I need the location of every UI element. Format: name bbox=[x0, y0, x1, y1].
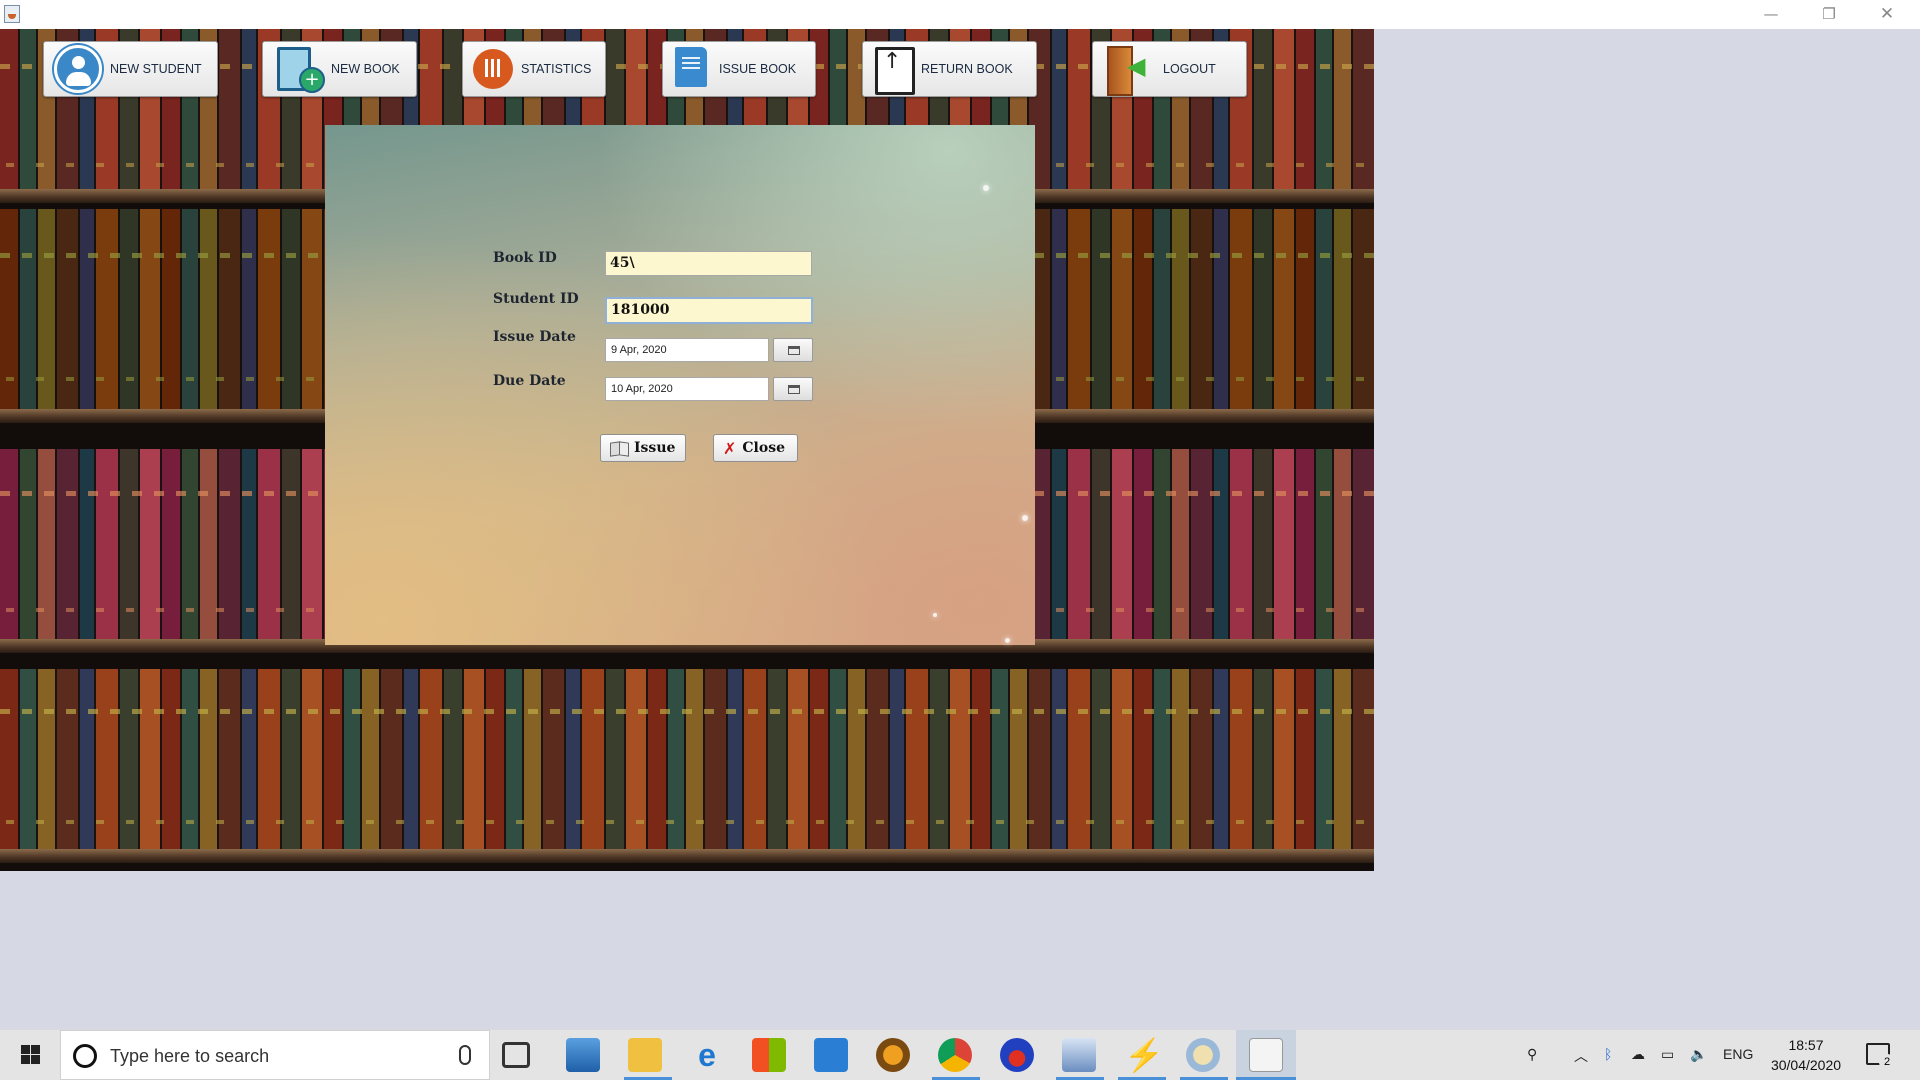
book-id-label: Book ID bbox=[493, 250, 557, 266]
task-view-icon[interactable] bbox=[502, 1042, 530, 1068]
java-icon bbox=[1249, 1038, 1283, 1072]
bluetooth-icon[interactable]: ᛒ bbox=[1604, 1046, 1612, 1062]
issue-button[interactable]: Issue bbox=[600, 434, 686, 462]
window-title-bar: — ❐ ✕ bbox=[0, 0, 1920, 29]
issue-book-label: ISSUE BOOK bbox=[719, 62, 797, 76]
student-id-label: Student ID bbox=[493, 291, 579, 307]
shelf-row bbox=[0, 669, 1374, 869]
windows-taskbar: Type here to search e ⚡ ⚲ ︿ ᛒ ☁ ▭ 🔈 ENG … bbox=[0, 1030, 1920, 1080]
issue-date-field[interactable]: 9 Apr, 2020 bbox=[605, 338, 769, 362]
due-date-calendar-button[interactable] bbox=[773, 377, 813, 401]
sparkle-decoration bbox=[1022, 515, 1028, 521]
mail-icon[interactable] bbox=[814, 1038, 848, 1072]
clock-date: 30/04/2020 bbox=[1770, 1057, 1842, 1073]
close-window-button[interactable]: ✕ bbox=[1864, 0, 1910, 29]
virtualbox-icon[interactable] bbox=[1062, 1038, 1096, 1072]
calendar-icon bbox=[788, 385, 800, 394]
calendar-icon bbox=[788, 346, 800, 355]
return-book-label: RETURN BOOK bbox=[921, 62, 1013, 76]
desktop-app-icon[interactable] bbox=[566, 1038, 600, 1072]
taskbar-clock[interactable]: 18:57 30/04/2020 bbox=[1760, 1035, 1852, 1075]
sparkle-decoration bbox=[983, 185, 989, 191]
issue-book-button[interactable]: ISSUE BOOK bbox=[662, 41, 816, 97]
statistics-label: STATISTICS bbox=[521, 62, 592, 76]
new-book-button[interactable]: NEW BOOK bbox=[262, 41, 417, 97]
store-icon[interactable] bbox=[752, 1038, 786, 1072]
start-button[interactable] bbox=[0, 1030, 60, 1080]
sparkle-decoration bbox=[933, 613, 937, 617]
new-book-label: NEW BOOK bbox=[331, 62, 400, 76]
sparkle-decoration bbox=[1005, 638, 1010, 643]
return-upload-icon bbox=[873, 45, 915, 95]
issue-button-label: Issue bbox=[634, 440, 676, 456]
logout-label: LOGOUT bbox=[1163, 62, 1216, 76]
statistics-button[interactable]: STATISTICS bbox=[462, 41, 606, 97]
minimize-button[interactable]: — bbox=[1748, 0, 1794, 29]
winamp-icon[interactable]: ⚡ bbox=[1124, 1038, 1164, 1072]
new-student-button[interactable]: NEW STUDENT bbox=[43, 41, 218, 97]
language-indicator[interactable]: ENG bbox=[1723, 1046, 1753, 1062]
clock-time: 18:57 bbox=[1788, 1037, 1824, 1053]
issue-date-label: Issue Date bbox=[493, 329, 576, 345]
statistics-chart-icon bbox=[473, 49, 513, 89]
student-avatar-icon bbox=[54, 45, 102, 93]
issue-date-calendar-button[interactable] bbox=[773, 338, 813, 362]
open-book-icon bbox=[610, 440, 628, 456]
issue-book-icon bbox=[673, 45, 711, 93]
logout-door-icon bbox=[1103, 44, 1155, 96]
file-explorer-icon[interactable] bbox=[628, 1038, 662, 1072]
java-app-icon bbox=[4, 5, 20, 23]
microphone-icon[interactable] bbox=[459, 1045, 471, 1065]
cortana-icon bbox=[73, 1044, 97, 1068]
issue-book-panel: Book ID 45\ Student ID 181000 Issue Date… bbox=[325, 125, 1035, 645]
app-blue-red-icon[interactable] bbox=[1000, 1038, 1034, 1072]
search-placeholder: Type here to search bbox=[110, 1046, 270, 1066]
windows-logo-icon bbox=[21, 1045, 30, 1054]
chrome-icon[interactable] bbox=[938, 1038, 972, 1072]
notification-count-badge: 2 bbox=[1879, 1054, 1895, 1070]
close-button-label: Close bbox=[742, 440, 785, 456]
restore-button[interactable]: ❐ bbox=[1806, 0, 1852, 29]
java-app-taskbar-active[interactable] bbox=[1236, 1030, 1296, 1080]
edge-browser-icon[interactable]: e bbox=[690, 1038, 724, 1072]
close-x-icon: ✗ bbox=[723, 438, 737, 458]
due-date-label: Due Date bbox=[493, 373, 566, 389]
book-id-input[interactable]: 45\ bbox=[605, 251, 812, 276]
fl-studio-icon[interactable] bbox=[876, 1038, 910, 1072]
logout-button[interactable]: LOGOUT bbox=[1092, 41, 1247, 97]
student-id-input[interactable]: 181000 bbox=[605, 297, 813, 324]
action-center-icon[interactable]: 2 bbox=[1866, 1043, 1895, 1070]
close-button[interactable]: ✗ Close bbox=[713, 434, 798, 462]
show-hidden-icons-chevron-icon[interactable]: ︿ bbox=[1574, 1046, 1588, 1066]
volume-icon[interactable]: 🔈 bbox=[1690, 1046, 1707, 1063]
taskbar-search-box[interactable]: Type here to search bbox=[60, 1030, 490, 1080]
people-icon[interactable]: ⚲ bbox=[1527, 1046, 1537, 1063]
new-student-label: NEW STUDENT bbox=[110, 62, 202, 76]
return-book-button[interactable]: RETURN BOOK bbox=[862, 41, 1037, 97]
battery-icon[interactable]: ▭ bbox=[1661, 1046, 1674, 1063]
add-book-icon bbox=[273, 45, 325, 93]
due-date-field[interactable]: 10 Apr, 2020 bbox=[605, 377, 769, 401]
paint-icon[interactable] bbox=[1186, 1038, 1220, 1072]
onedrive-icon[interactable]: ☁ bbox=[1631, 1046, 1645, 1063]
